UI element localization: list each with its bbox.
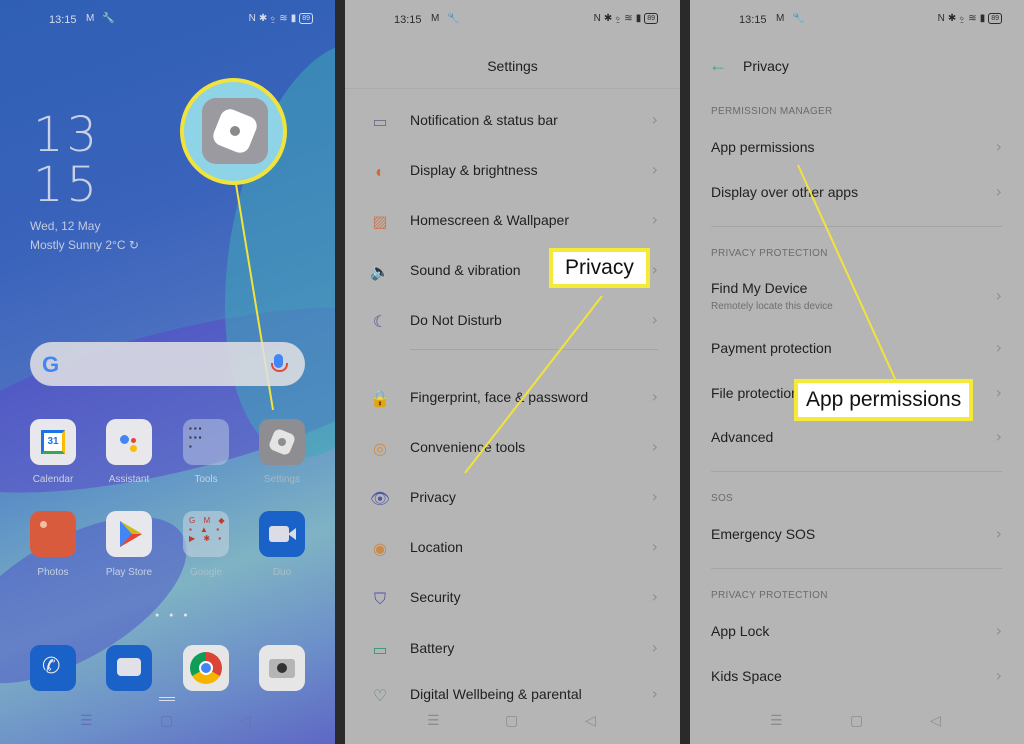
assistant-icon [120, 435, 129, 444]
microphone-icon[interactable] [271, 354, 288, 372]
play-store-app[interactable] [106, 511, 152, 557]
assistant-dot [130, 445, 137, 452]
duo-app[interactable] [259, 511, 305, 557]
camera-app[interactable] [259, 645, 305, 691]
photos-icon [40, 521, 47, 528]
recents-icon[interactable]: ☰ [427, 712, 440, 729]
assistant-app[interactable] [106, 419, 152, 465]
video-camera-lens [288, 528, 296, 540]
recents-icon[interactable]: ☰ [80, 712, 93, 729]
app-drawer-handle[interactable] [159, 697, 175, 701]
app-label: Assistant [108, 474, 150, 485]
camera-lens [277, 663, 287, 673]
folder-icon: G M ◆ ▪ ▲ ▪ ▶ ✱ ▪ [189, 516, 228, 543]
home-screen-panel: 13:15 M 🔧 N✱⍚≋▮ 89 13 15 Wed, 12 May Most… [0, 0, 335, 744]
app-label: Play Store [105, 567, 153, 578]
folder-icon: ▪▪▪ ▪▪▪ ▪ [189, 424, 204, 451]
message-icon [117, 658, 141, 676]
calendar-icon: 31 [41, 430, 65, 454]
page-indicator: ● ● ● [155, 612, 192, 619]
assistant-dot [131, 438, 136, 443]
app-label: Google [189, 567, 223, 578]
play-store-icon [120, 521, 142, 547]
app-label: Duo [272, 567, 292, 578]
phone-icon: ✆ [42, 653, 61, 678]
recents-icon[interactable]: ☰ [770, 712, 783, 729]
chrome-app[interactable] [183, 645, 229, 691]
settings-app[interactable] [259, 419, 305, 465]
calendar-app[interactable]: 31 [30, 419, 76, 465]
privacy-panel: 13:15 M 🔧 N✱⍚≋▮ 89 ← Privacy PERMISSION M… [690, 0, 1024, 744]
phone-app[interactable]: ✆ [30, 645, 76, 691]
video-camera-icon [269, 526, 289, 542]
back-icon[interactable]: ◁ [585, 712, 596, 729]
back-icon[interactable]: ◁ [930, 712, 941, 729]
app-label: Photos [37, 567, 69, 578]
home-icon[interactable]: ▢ [160, 712, 173, 729]
home-icon[interactable]: ▢ [850, 712, 863, 729]
settings-panel: 13:15 M 🔧 N✱⍚≋▮ 89 Settings ▭ Notification… [345, 0, 680, 744]
google-folder[interactable]: G M ◆ ▪ ▲ ▪ ▶ ✱ ▪ [183, 511, 229, 557]
photos-app[interactable] [30, 511, 76, 557]
chrome-center [199, 661, 213, 675]
pointer-line [464, 295, 603, 474]
app-label: Tools [194, 474, 218, 485]
gear-center [278, 438, 286, 446]
navigation-bar: ☰ ▢ ◁ [0, 712, 335, 732]
messages-app[interactable] [106, 645, 152, 691]
google-g-icon: G [42, 352, 60, 377]
pointer-line [797, 164, 897, 382]
home-icon[interactable]: ▢ [505, 712, 518, 729]
tools-folder[interactable]: ▪▪▪ ▪▪▪ ▪ [183, 419, 229, 465]
google-search-bar[interactable]: G [30, 342, 305, 386]
app-label: Calendar [32, 474, 74, 485]
back-icon[interactable]: ◁ [240, 712, 251, 729]
navigation-bar: ☰ ▢ ◁ [345, 712, 680, 732]
app-label: Settings [263, 474, 301, 485]
navigation-bar: ☰ ▢ ◁ [690, 712, 1024, 732]
